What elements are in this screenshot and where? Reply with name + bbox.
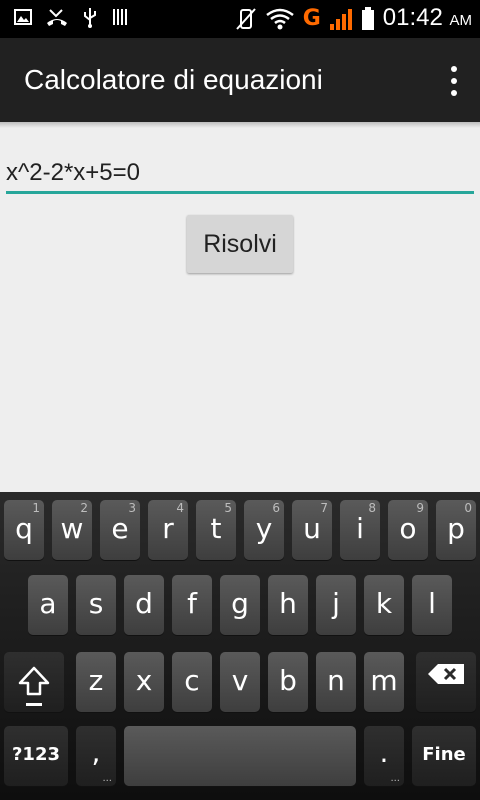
key-v[interactable]: v (220, 652, 260, 712)
key-i[interactable]: 8i (340, 500, 380, 560)
key-b[interactable]: b (268, 652, 308, 712)
key-label: Fine (422, 744, 466, 765)
key-label: n (327, 664, 345, 697)
overflow-dot (451, 78, 457, 84)
key-label: h (279, 587, 297, 620)
shift-icon (18, 666, 50, 696)
key-label: a (39, 587, 57, 620)
notification-icons (14, 6, 128, 28)
key-label: , (91, 736, 101, 769)
battery-icon (361, 7, 374, 30)
key-t[interactable]: 5t (196, 500, 236, 560)
key-s[interactable]: s (76, 575, 116, 635)
done-key[interactable]: Fine (412, 726, 476, 786)
network-type-indicator: G (302, 6, 321, 31)
key-p[interactable]: 0p (436, 500, 476, 560)
key-j[interactable]: j (316, 575, 356, 635)
key-label: y (255, 512, 273, 545)
key-label: t (210, 512, 222, 545)
key-r[interactable]: 4r (148, 500, 188, 560)
key-label: u (303, 512, 321, 545)
solve-button[interactable]: Risolvi (187, 215, 293, 273)
status-bar: G 01:42 AM (0, 0, 480, 38)
key-f[interactable]: f (172, 575, 212, 635)
clock-ampm: AM (449, 11, 473, 29)
shift-key[interactable] (4, 652, 64, 712)
backspace-key[interactable] (416, 652, 476, 712)
key-label: z (88, 664, 104, 697)
overflow-dot (451, 90, 457, 96)
key-g[interactable]: g (220, 575, 260, 635)
key-label: v (231, 664, 249, 697)
key-q[interactable]: 1q (4, 500, 44, 560)
key-d[interactable]: d (124, 575, 164, 635)
key-label: d (135, 587, 153, 620)
backspace-icon (428, 664, 464, 684)
key-more-hint: ... (390, 773, 400, 784)
clock-time: 01:42 (382, 3, 443, 31)
overflow-dot (451, 66, 457, 72)
key-label: b (279, 664, 297, 697)
clock: 01:42 AM (383, 3, 472, 36)
action-bar: Calcolatore di equazioni (0, 38, 480, 122)
key-label: j (332, 587, 340, 620)
key-w[interactable]: 2w (52, 500, 92, 560)
key-label: f (187, 587, 197, 620)
wifi-icon (265, 8, 294, 30)
soft-keyboard: 1q 2w 3e 4r 5t 6y 7u 8i 9o 0p a s d f g … (0, 492, 480, 800)
key-label: r (162, 512, 174, 545)
key-label: k (375, 587, 393, 620)
key-label: o (399, 512, 417, 545)
key-o[interactable]: 9o (388, 500, 428, 560)
key-more-hint: ... (102, 773, 112, 784)
key-label: m (370, 664, 398, 697)
key-label: e (111, 512, 129, 545)
overflow-menu-icon[interactable] (450, 66, 458, 96)
symbols-key[interactable]: ?123 (4, 726, 68, 786)
key-label: c (184, 664, 200, 697)
usb-icon (84, 8, 96, 28)
comma-key[interactable]: ,... (76, 726, 116, 786)
key-h[interactable]: h (268, 575, 308, 635)
image-icon (14, 9, 32, 25)
main-content: Risolvi (0, 122, 480, 492)
space-key[interactable] (124, 726, 356, 786)
key-z[interactable]: z (76, 652, 116, 712)
action-bar-shadow (0, 122, 480, 128)
key-label: g (231, 587, 249, 620)
app-title: Calcolatore di equazioni (24, 64, 323, 95)
vibrate-off-icon (235, 8, 256, 30)
key-l[interactable]: l (412, 575, 452, 635)
barcode-icon (113, 9, 127, 25)
key-label: . (379, 736, 389, 769)
signal-icon (329, 9, 352, 30)
equation-input[interactable] (6, 154, 474, 194)
missed-call-icon (47, 9, 67, 26)
key-label: q (15, 512, 33, 545)
key-label: x (135, 664, 153, 697)
key-label: l (428, 587, 436, 620)
key-u[interactable]: 7u (292, 500, 332, 560)
key-x[interactable]: x (124, 652, 164, 712)
key-label: i (356, 512, 364, 545)
shift-indicator (26, 703, 42, 706)
key-e[interactable]: 3e (100, 500, 140, 560)
key-n[interactable]: n (316, 652, 356, 712)
key-c[interactable]: c (172, 652, 212, 712)
key-k[interactable]: k (364, 575, 404, 635)
key-m[interactable]: m (364, 652, 404, 712)
key-label: p (447, 512, 465, 545)
key-a[interactable]: a (28, 575, 68, 635)
key-label: w (60, 512, 84, 545)
key-label: ?123 (11, 744, 60, 765)
period-key[interactable]: .... (364, 726, 404, 786)
key-label: s (88, 587, 104, 620)
key-y[interactable]: 6y (244, 500, 284, 560)
system-icons: G 01:42 AM (235, 4, 472, 34)
